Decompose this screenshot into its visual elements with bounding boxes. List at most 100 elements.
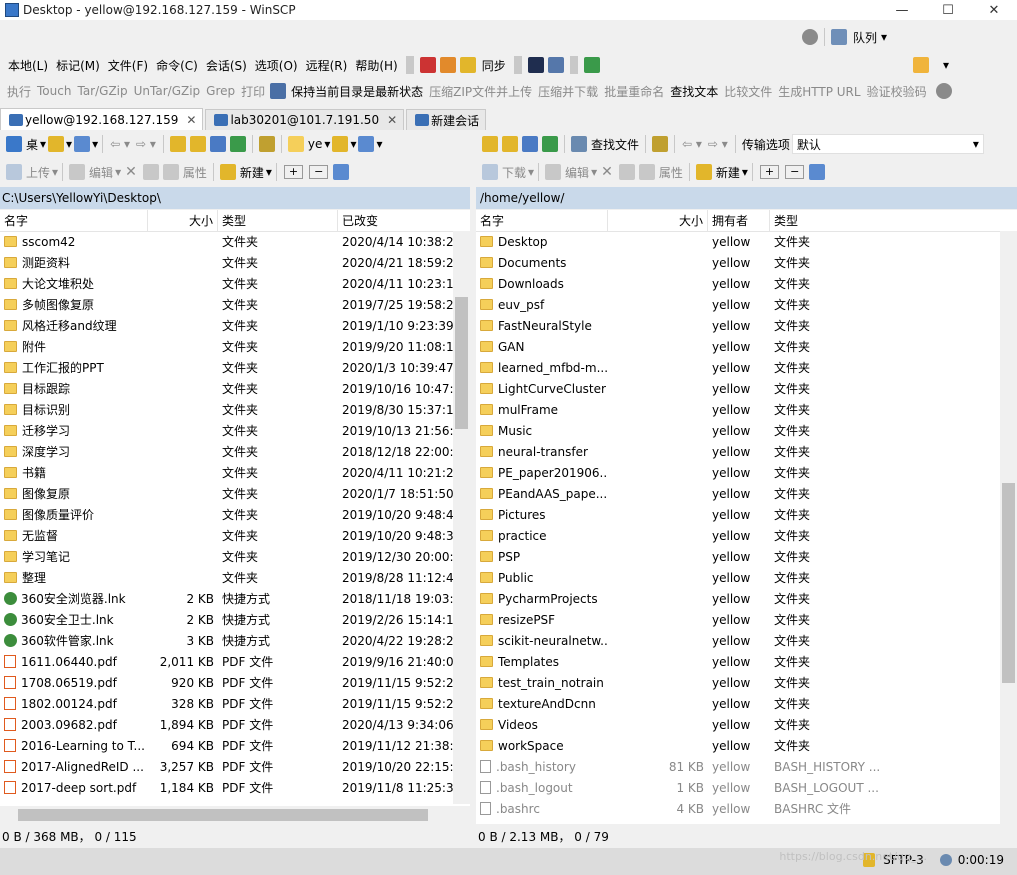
table-row[interactable]: 多帧图像复原 文件夹 2019/7/25 19:58:2 xyxy=(0,295,470,316)
table-row[interactable]: PSP yellow 文件夹 xyxy=(476,547,1017,568)
tab-session-lab30201[interactable]: lab30201@101.7.191.50 ✕ xyxy=(205,109,405,130)
remote-scrollbar[interactable] xyxy=(1000,231,1017,824)
maximize-button[interactable]: ☐ xyxy=(925,0,971,20)
menu-file[interactable]: 文件(F) xyxy=(104,57,152,74)
scroll-thumb[interactable] xyxy=(18,809,428,821)
delete-icon[interactable]: ✕ xyxy=(121,164,141,180)
table-row[interactable]: 大论文堆积处 文件夹 2020/4/11 10:23:1 xyxy=(0,274,470,295)
table-row[interactable]: 1802.00124.pdf 328 KB PDF 文件 2019/11/15 9:5… xyxy=(0,694,470,715)
table-row[interactable]: neural-transfer yellow 文件夹 xyxy=(476,442,1017,463)
menu-mark[interactable]: 标记(M) xyxy=(52,57,104,74)
print-button[interactable]: 打印 xyxy=(238,83,268,100)
targzip-button[interactable]: Tar/GZip xyxy=(74,84,130,98)
untargzip-button[interactable]: UnTar/GZip xyxy=(131,84,204,98)
collapse-icon[interactable]: − xyxy=(309,165,329,179)
zip-upload-button[interactable]: 压缩ZIP文件并上传 xyxy=(426,83,535,100)
table-row[interactable]: resizePSF yellow 文件夹 xyxy=(476,610,1017,631)
keep-up-to-date-button[interactable]: 保持当前目录是最新状态 xyxy=(288,83,426,100)
preferences-icon[interactable] xyxy=(912,57,929,73)
tab-new-session[interactable]: 新建会话 xyxy=(406,109,487,130)
col-modified[interactable]: 已改变 xyxy=(338,210,453,232)
close-icon[interactable]: ✕ xyxy=(387,113,397,127)
table-row[interactable]: scikit-neuralnetw... yellow 文件夹 xyxy=(476,631,1017,652)
table-row[interactable]: 风格迁移and纹理 文件夹 2019/1/10 9:23:39 xyxy=(0,316,470,337)
zip-download-button[interactable]: 压缩并下载 xyxy=(535,83,601,100)
http-url-button[interactable]: 生成HTTP URL xyxy=(775,83,863,100)
close-icon[interactable]: ✕ xyxy=(186,113,196,127)
new-button[interactable]: 新建 xyxy=(238,164,266,181)
chevron-down-icon[interactable]: ▾ xyxy=(52,165,58,179)
root-dir-icon[interactable] xyxy=(502,136,518,152)
open-folder-icon[interactable] xyxy=(48,136,65,152)
table-row[interactable]: .bashrc 4 KB yellow BASHRC 文件 xyxy=(476,799,1017,820)
chevron-down-icon[interactable]: ▾ xyxy=(376,137,382,151)
table-row[interactable]: .bash_logout 1 KB yellow BASH_LOGOUT ... xyxy=(476,778,1017,799)
chevron-down-icon[interactable]: ▾ xyxy=(350,137,356,151)
terminal-icon[interactable] xyxy=(527,57,544,73)
table-row[interactable]: PEandAAS_pape... yellow 文件夹 xyxy=(476,484,1017,505)
table-row[interactable]: PycharmProjects yellow 文件夹 xyxy=(476,589,1017,610)
rename-icon[interactable] xyxy=(142,164,159,180)
filter-icon[interactable] xyxy=(358,136,375,152)
chevron-down-icon[interactable]: ▾ xyxy=(528,165,534,179)
gear-icon[interactable] xyxy=(935,83,952,99)
forward-icon[interactable]: ⇨ ▾ xyxy=(705,137,731,151)
tree-icon[interactable] xyxy=(652,136,669,152)
local-scrollbar[interactable] xyxy=(453,231,470,804)
col-owner[interactable]: 拥有者 xyxy=(708,210,770,232)
new-button[interactable]: 新建 xyxy=(714,164,742,181)
gear-icon[interactable] xyxy=(801,29,818,45)
table-row[interactable]: Downloads yellow 文件夹 xyxy=(476,274,1017,295)
table-row[interactable]: Videos yellow 文件夹 xyxy=(476,715,1017,736)
sync-button[interactable]: 同步 xyxy=(478,57,510,74)
table-row[interactable]: 深度学习 文件夹 2018/12/18 22:00: xyxy=(0,442,470,463)
table-row[interactable]: mulFrame yellow 文件夹 xyxy=(476,400,1017,421)
close-button[interactable]: ✕ xyxy=(971,0,1017,20)
refresh-icon[interactable] xyxy=(542,136,558,152)
collapse-icon[interactable]: − xyxy=(785,165,805,179)
table-row[interactable]: 360安全卫士.lnk 2 KB 快捷方式 2019/2/26 15:14:1 xyxy=(0,610,470,631)
table-row[interactable]: LightCurveCluster yellow 文件夹 xyxy=(476,379,1017,400)
table-row[interactable]: 目标识别 文件夹 2019/8/30 15:37:1 xyxy=(0,400,470,421)
table-row[interactable]: 迁移学习 文件夹 2019/10/13 21:56: xyxy=(0,421,470,442)
rename-icon[interactable] xyxy=(618,164,635,180)
chevron-down-icon[interactable]: ▾ xyxy=(92,137,98,151)
table-row[interactable]: Music yellow 文件夹 xyxy=(476,421,1017,442)
execute-button[interactable]: 执行 xyxy=(4,83,34,100)
table-row[interactable]: practice yellow 文件夹 xyxy=(476,526,1017,547)
chevron-down-icon[interactable]: ▾ xyxy=(939,58,953,72)
col-size[interactable]: 大小 xyxy=(148,210,218,232)
menu-help[interactable]: 帮助(H) xyxy=(351,57,401,74)
table-row[interactable]: FastNeuralStyle yellow 文件夹 xyxy=(476,316,1017,337)
table-row[interactable]: Desktop yellow 文件夹 xyxy=(476,232,1017,253)
table-row[interactable]: 目标跟踪 文件夹 2019/10/16 10:47: xyxy=(0,379,470,400)
table-row[interactable]: 360软件管家.lnk 3 KB 快捷方式 2020/4/22 19:28:2 xyxy=(0,631,470,652)
col-name[interactable]: 名字 xyxy=(0,210,148,232)
home-icon[interactable] xyxy=(209,136,226,152)
table-row[interactable]: 图像质量评价 文件夹 2019/10/20 9:48:4 xyxy=(0,505,470,526)
compare-files-button[interactable]: 比较文件 xyxy=(721,83,775,100)
drive-selector[interactable]: 桌 xyxy=(24,136,40,153)
filter-icon[interactable] xyxy=(333,164,350,180)
table-row[interactable]: 2003.09682.pdf 1,894 KB PDF 文件 2020/4/13 9:… xyxy=(0,715,470,736)
table-row[interactable]: 1611.06440.pdf 2,011 KB PDF 文件 2019/9/16 21… xyxy=(0,652,470,673)
queue-button[interactable]: 队列 xyxy=(849,29,881,46)
chevron-down-icon[interactable]: ▾ xyxy=(742,165,748,179)
upload-button[interactable]: 上传 xyxy=(24,164,52,181)
table-row[interactable]: 无监督 文件夹 2019/10/20 9:48:3 xyxy=(0,526,470,547)
parent-dir-icon[interactable] xyxy=(169,136,186,152)
menu-local[interactable]: 本地(L) xyxy=(4,57,52,74)
back-icon[interactable]: ⇦ ▾ xyxy=(679,137,705,151)
col-size[interactable]: 大小 xyxy=(608,210,708,232)
table-row[interactable]: 测距资料 文件夹 2020/4/21 18:59:2 xyxy=(0,253,470,274)
tab-session-yellow[interactable]: yellow@192.168.127.159 ✕ xyxy=(0,108,204,130)
find-text-button[interactable]: 查找文本 xyxy=(667,83,721,100)
delete-icon[interactable]: ✕ xyxy=(597,164,617,180)
table-row[interactable]: 2016-Learning to T... 694 KB PDF 文件 2019/11… xyxy=(0,736,470,757)
table-row[interactable]: 书籍 文件夹 2020/4/11 10:21:2 xyxy=(0,463,470,484)
home-icon[interactable] xyxy=(522,136,538,152)
table-row[interactable]: 附件 文件夹 2019/9/20 11:08:1 xyxy=(0,337,470,358)
table-row[interactable]: 图像复原 文件夹 2020/1/7 18:51:50 xyxy=(0,484,470,505)
table-row[interactable]: 1708.06519.pdf 920 KB PDF 文件 2019/11/15 9:5… xyxy=(0,673,470,694)
chevron-down-icon[interactable]: ▾ xyxy=(266,165,272,179)
